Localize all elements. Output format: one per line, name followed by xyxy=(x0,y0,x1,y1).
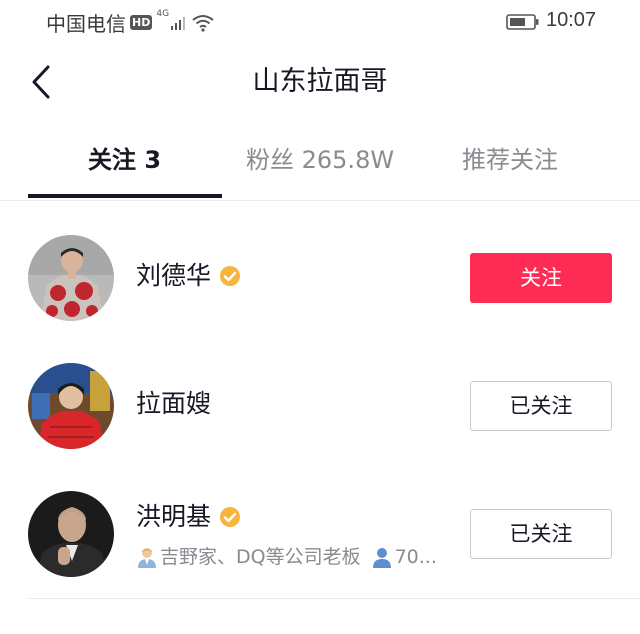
user-name[interactable]: 拉面嫂 xyxy=(136,387,211,421)
person-icon xyxy=(138,548,156,568)
signal-icon xyxy=(171,16,186,30)
list-item[interactable]: 洪明基 吉野家、DQ等公司老板 70... 已关注 xyxy=(0,470,640,598)
list-item[interactable]: 刘德华 关注 xyxy=(0,214,640,342)
user-name[interactable]: 刘德华 xyxy=(136,259,211,293)
following-button[interactable]: 已关注 xyxy=(470,381,612,431)
list-item[interactable]: 拉面嫂 已关注 xyxy=(0,342,640,470)
avatar[interactable] xyxy=(28,235,114,321)
user-name[interactable]: 洪明基 xyxy=(136,500,211,534)
avatar[interactable] xyxy=(28,363,114,449)
user-description-text: 吉野家、DQ等公司老板 xyxy=(160,546,361,568)
following-button[interactable]: 已关注 xyxy=(470,509,612,559)
divider xyxy=(28,598,640,599)
carrier-name: 中国电信 xyxy=(46,12,126,36)
tab-recommend[interactable]: 推荐关注 xyxy=(462,144,558,176)
chevron-left-icon[interactable] xyxy=(28,64,56,100)
carrier-info: 中国电信 HD 4G xyxy=(46,8,214,37)
user-name-wrap: 刘德华 xyxy=(136,259,241,293)
network-type: 4G xyxy=(156,9,170,19)
wifi-icon xyxy=(192,14,214,32)
user-name-wrap: 洪明基 xyxy=(136,500,241,534)
user-name-wrap: 拉面嫂 xyxy=(136,387,211,421)
user-description: 吉野家、DQ等公司老板 70... xyxy=(136,544,437,570)
avatar[interactable] xyxy=(28,491,114,577)
fans-snippet: 70... xyxy=(394,546,437,568)
page-title: 山东拉面哥 xyxy=(252,66,388,97)
user-silhouette-icon xyxy=(372,548,391,568)
follow-button[interactable]: 关注 xyxy=(470,253,612,303)
tab-fans[interactable]: 粉丝 265.8W xyxy=(246,144,394,176)
verified-badge-icon xyxy=(220,266,241,286)
active-tab-indicator xyxy=(28,194,222,198)
tab-bar: 关注 3 粉丝 265.8W 推荐关注 xyxy=(0,134,640,201)
clock: 10:07 xyxy=(546,9,597,31)
hd-badge: HD xyxy=(130,15,153,30)
status-bar: 中国电信 HD 4G 10:07 xyxy=(0,0,640,44)
tab-following[interactable]: 关注 3 xyxy=(88,144,161,176)
battery-icon xyxy=(506,14,539,30)
verified-badge-icon xyxy=(220,507,241,527)
